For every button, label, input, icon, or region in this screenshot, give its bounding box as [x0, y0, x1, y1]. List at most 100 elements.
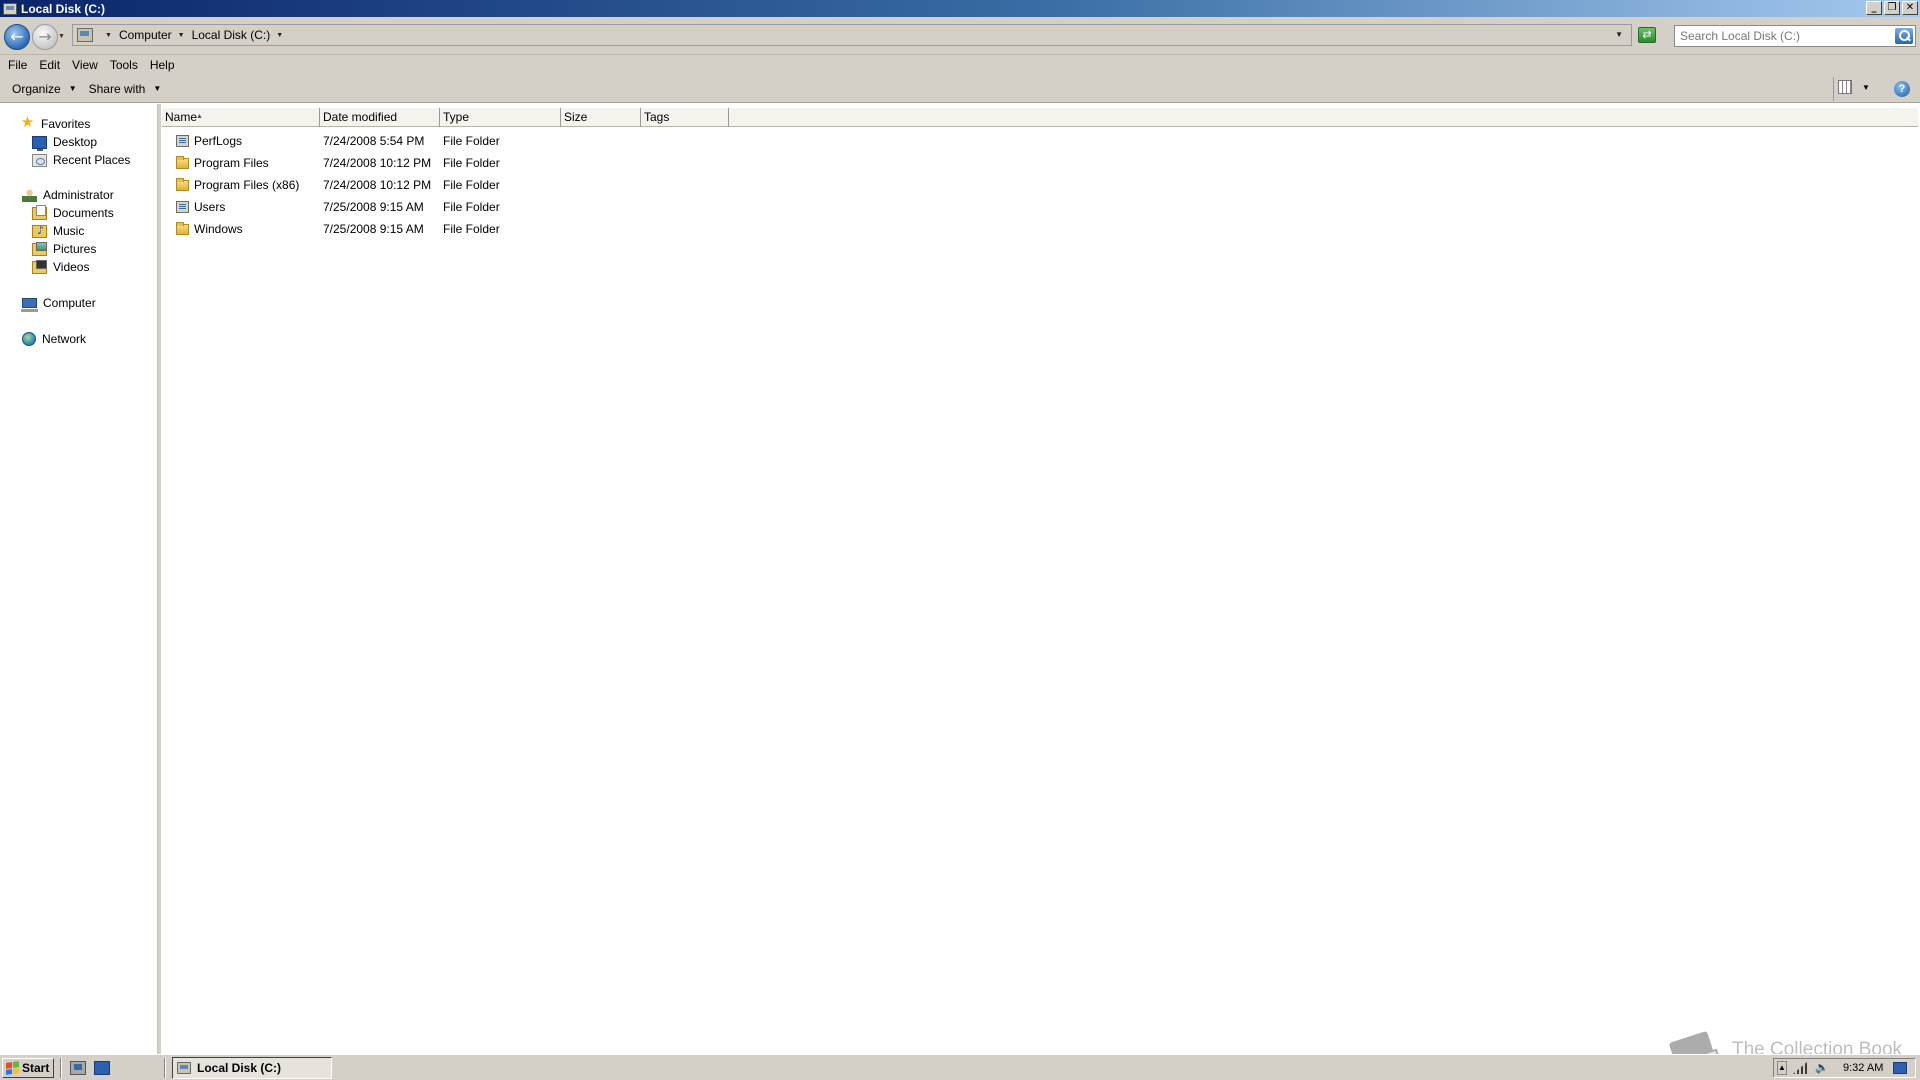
- refresh-button[interactable]: ⇄: [1638, 27, 1656, 43]
- views-button[interactable]: ▼: [1838, 80, 1870, 94]
- breadcrumb-chevron-icon[interactable]: ▼: [178, 32, 185, 39]
- nav-desktop[interactable]: Desktop: [32, 135, 98, 151]
- pane-splitter[interactable]: [158, 104, 161, 1054]
- taskbar-window-button[interactable]: Local Disk (C:): [172, 1057, 332, 1079]
- breadcrumb-root-chevron-icon[interactable]: ▼: [105, 32, 112, 39]
- file-row-program-files[interactable]: Program Files 7/24/2008 10:12 PM File Fo…: [162, 152, 641, 174]
- file-name: PerfLogs: [194, 134, 243, 148]
- show-desktop-quicklaunch-icon[interactable]: [94, 1061, 110, 1075]
- taskbar-separator: [164, 1058, 166, 1078]
- file-list-pane[interactable]: Name ▲ Date modified Type Size Tags Perf…: [162, 104, 1920, 1054]
- videos-icon: [32, 259, 47, 274]
- nav-desktop-label: Desktop: [53, 135, 98, 149]
- network-status-icon[interactable]: [1793, 1062, 1807, 1074]
- recent-pages-dropdown[interactable]: ▼: [58, 33, 65, 40]
- chevron-down-icon: ▼: [68, 84, 77, 93]
- menu-view[interactable]: View: [66, 58, 104, 72]
- nav-music[interactable]: Music: [32, 224, 84, 238]
- volume-icon[interactable]: 🔈: [1815, 1062, 1829, 1074]
- column-header-date-modified[interactable]: Date modified: [320, 108, 440, 127]
- menu-bar: File Edit View Tools Help: [0, 55, 1920, 75]
- menu-edit[interactable]: Edit: [33, 58, 66, 72]
- restore-button[interactable]: ❐: [1884, 1, 1900, 15]
- menu-help[interactable]: Help: [144, 58, 181, 72]
- file-name: Program Files (x86): [194, 178, 300, 192]
- column-header-type[interactable]: Type: [440, 108, 561, 127]
- breadcrumb-chevron-icon[interactable]: ▼: [276, 32, 283, 39]
- chevron-down-icon: ▼: [153, 84, 162, 93]
- navigation-pane: ★ Favorites Desktop Recent Places Admini…: [0, 104, 161, 1054]
- file-row-windows[interactable]: Windows 7/25/2008 9:15 AM File Folder: [162, 218, 641, 240]
- nav-videos[interactable]: Videos: [32, 259, 89, 274]
- address-box[interactable]: ▼ Computer ▼ Local Disk (C:) ▼ ▼: [72, 24, 1632, 46]
- share-with-label: Share with: [88, 81, 146, 96]
- nav-administrator[interactable]: Administrator: [22, 188, 114, 202]
- file-type: File Folder: [443, 156, 500, 170]
- drive-icon: [77, 28, 93, 42]
- address-bar-region: ← → ▼ ▼ Computer ▼ Local Disk (C:) ▼ ▼ ⇄: [0, 17, 1920, 55]
- title-bar[interactable]: Local Disk (C:) _ ❐ ✕: [0, 0, 1920, 17]
- menu-tools[interactable]: Tools: [104, 58, 144, 72]
- search-input[interactable]: [1680, 27, 1890, 45]
- share-with-button[interactable]: Share with ▼: [83, 82, 168, 96]
- nav-network-label: Network: [42, 332, 87, 346]
- column-headers: Name ▲ Date modified Type Size Tags: [162, 108, 1918, 127]
- close-button[interactable]: ✕: [1902, 1, 1918, 15]
- system-folder-icon: [176, 201, 189, 213]
- file-row-users[interactable]: Users 7/25/2008 9:15 AM File Folder: [162, 196, 641, 218]
- system-folder-icon: [176, 135, 189, 147]
- file-row-perflogs[interactable]: PerfLogs 7/24/2008 5:54 PM File Folder: [162, 130, 641, 152]
- search-icon[interactable]: [1895, 28, 1913, 44]
- column-header-name[interactable]: Name ▲: [162, 108, 320, 127]
- start-button[interactable]: Start: [2, 1058, 54, 1078]
- help-icon[interactable]: ?: [1894, 81, 1910, 97]
- file-type: File Folder: [443, 222, 500, 236]
- window-controls: _ ❐ ✕: [1866, 1, 1918, 15]
- minimize-button[interactable]: _: [1866, 1, 1882, 15]
- file-row-program-files-x86[interactable]: Program Files (x86) 7/24/2008 10:12 PM F…: [162, 174, 641, 196]
- file-list: PerfLogs 7/24/2008 5:54 PM File Folder P…: [162, 130, 641, 240]
- star-icon: ★: [20, 114, 35, 131]
- folder-icon: [176, 221, 189, 235]
- recent-places-icon: [32, 153, 47, 167]
- menu-file[interactable]: File: [2, 58, 33, 72]
- nav-favorites[interactable]: ★ Favorites: [20, 114, 91, 131]
- file-name: Users: [194, 200, 226, 214]
- drive-icon: [177, 1062, 191, 1074]
- tray-expand-icon[interactable]: ▲: [1777, 1061, 1787, 1075]
- system-tray: ▲ 🔈 9:32 AM: [1773, 1058, 1916, 1078]
- nav-pictures[interactable]: Pictures: [32, 241, 96, 256]
- organize-button[interactable]: Organize ▼: [6, 82, 83, 96]
- clock[interactable]: 9:32 AM: [1843, 1062, 1883, 1074]
- command-bar: Organize ▼ Share with ▼ ▼ ?: [0, 75, 1920, 103]
- nav-computer[interactable]: Computer: [21, 296, 96, 312]
- file-date: 7/25/2008 9:15 AM: [323, 200, 424, 214]
- desktop-icon: [32, 135, 47, 151]
- organize-label: Organize: [12, 81, 61, 96]
- window-title: Local Disk (C:): [21, 1, 106, 16]
- server-manager-icon[interactable]: [70, 1061, 86, 1075]
- start-label: Start: [22, 1061, 50, 1075]
- folder-icon: [176, 155, 189, 169]
- views-icon: [1838, 80, 1852, 94]
- file-type: File Folder: [443, 200, 500, 214]
- nav-network[interactable]: Network: [22, 332, 86, 346]
- file-name: Windows: [194, 222, 243, 236]
- breadcrumb-local-disk[interactable]: Local Disk (C:): [192, 28, 271, 42]
- breadcrumb-computer[interactable]: Computer: [119, 28, 172, 42]
- address-history-dropdown[interactable]: ▼: [1615, 30, 1623, 39]
- taskbar-window-label: Local Disk (C:): [197, 1061, 282, 1075]
- show-desktop-icon[interactable]: [1893, 1062, 1908, 1074]
- forward-button[interactable]: →: [32, 24, 58, 50]
- file-date: 7/24/2008 5:54 PM: [323, 134, 425, 148]
- file-date: 7/24/2008 10:12 PM: [323, 156, 432, 170]
- nav-computer-label: Computer: [43, 296, 96, 310]
- column-header-tags[interactable]: Tags: [641, 108, 729, 127]
- music-icon: [32, 224, 47, 238]
- column-header-size[interactable]: Size: [561, 108, 641, 127]
- nav-documents[interactable]: Documents: [32, 204, 114, 220]
- back-button[interactable]: ←: [4, 24, 30, 50]
- windows-logo-icon: [6, 1061, 19, 1075]
- search-box[interactable]: [1674, 25, 1916, 47]
- nav-recent-places[interactable]: Recent Places: [32, 153, 130, 167]
